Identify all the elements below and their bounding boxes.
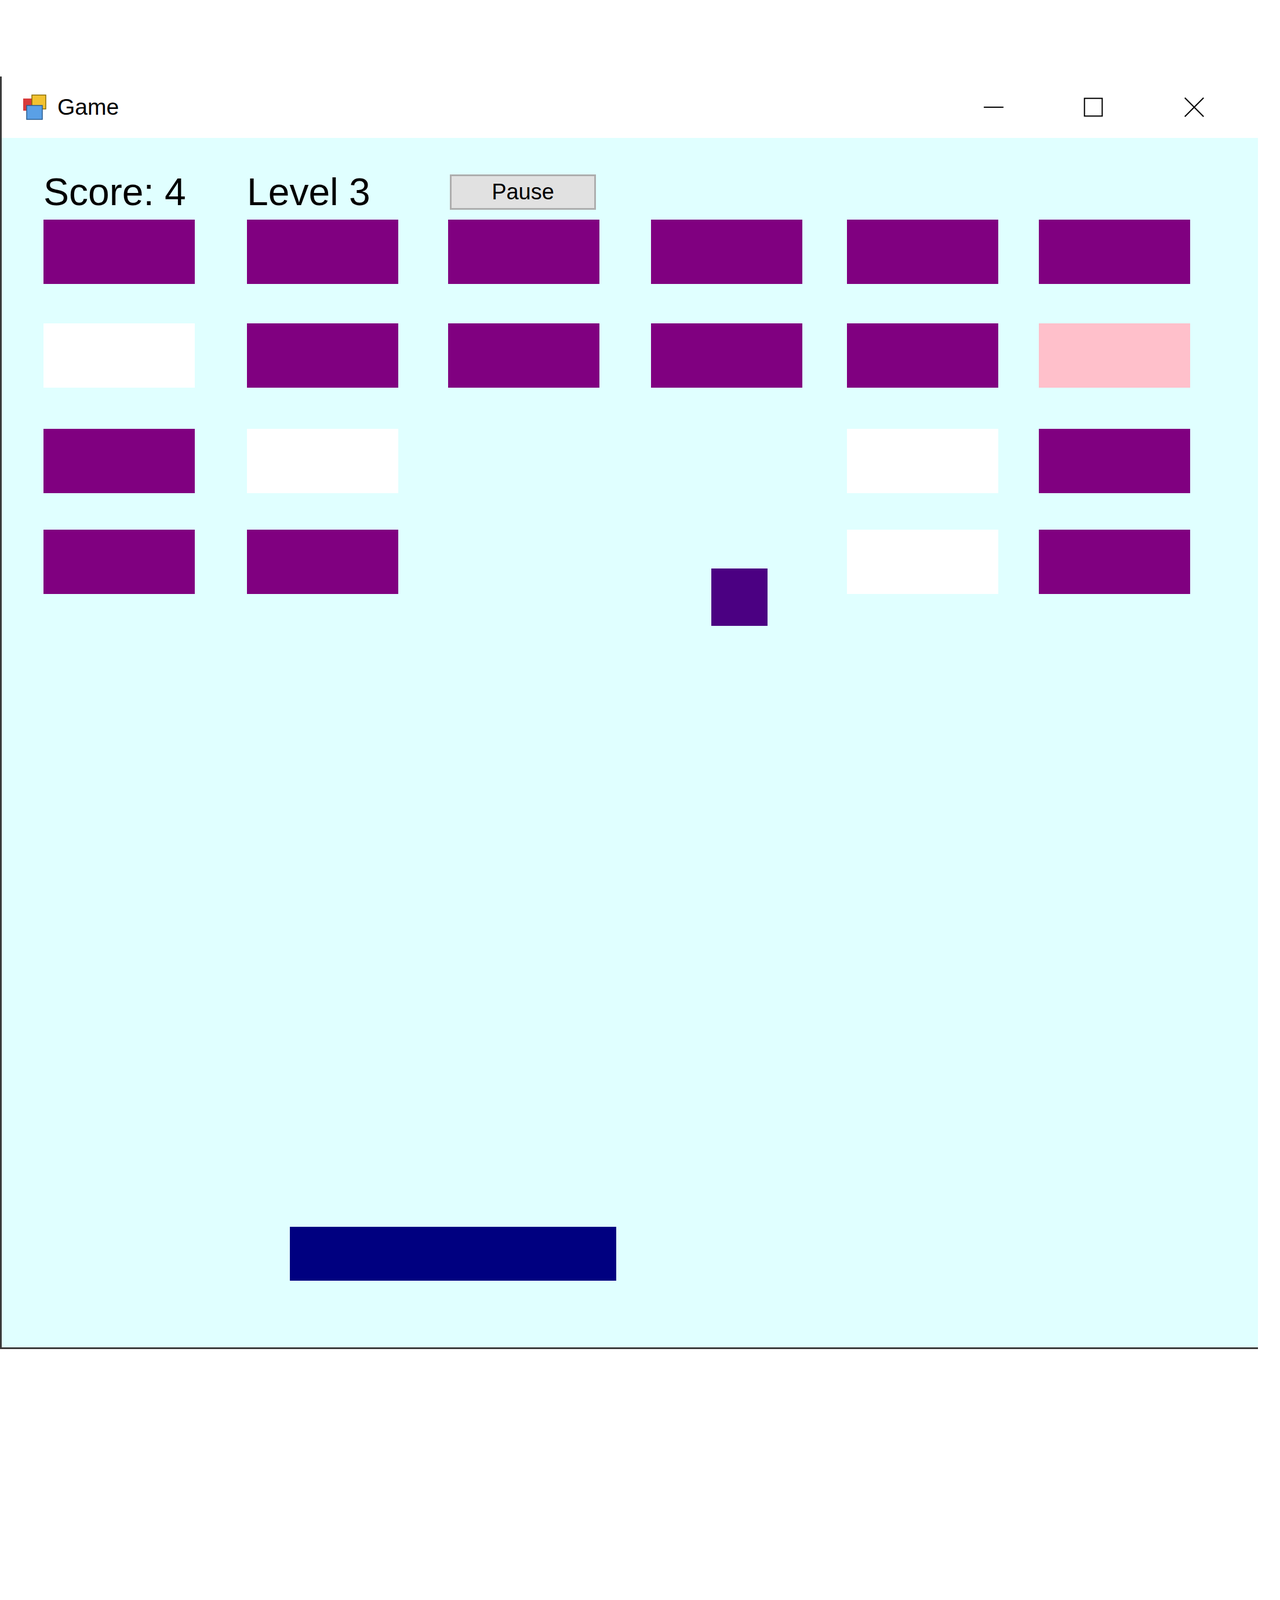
level-label: Level 3 [246,172,450,212]
title-bar: Game [1,76,1258,138]
brick [846,428,999,494]
brick [448,323,600,388]
close-icon [1183,96,1205,118]
brick [651,323,803,388]
brick [846,529,999,595]
maximize-icon [1083,97,1104,118]
brick [43,428,195,494]
pause-button[interactable]: Pause [449,174,596,210]
brick [43,323,195,388]
brick [448,219,600,285]
brick [846,219,999,285]
brick [246,323,399,388]
brick [1038,219,1191,285]
ball [711,568,768,627]
brick [1038,428,1191,494]
brick [246,428,399,494]
minimize-button[interactable] [953,84,1035,131]
window-title: Game [57,90,119,125]
brick [651,219,803,285]
game-canvas: Score: 4Level 3Pause [1,137,1258,1348]
brick [846,323,999,388]
game-window: Game Score: 4Level 3Pause [0,76,1258,1350]
app-icon [21,93,50,122]
brick [1038,323,1191,388]
paddle[interactable] [289,1227,617,1282]
score-label: Score: 4 [43,172,247,212]
minimize-icon [983,97,1004,118]
brick [246,219,399,285]
brick [43,219,195,285]
brick [43,529,195,595]
maximize-button[interactable] [1052,84,1134,131]
brick [246,529,399,595]
page: Game Score: 4Level 3Pause [0,0,1280,1600]
close-button[interactable] [1153,84,1235,131]
hud: Score: 4Level 3Pause [1,137,1258,212]
brick [1038,529,1191,595]
